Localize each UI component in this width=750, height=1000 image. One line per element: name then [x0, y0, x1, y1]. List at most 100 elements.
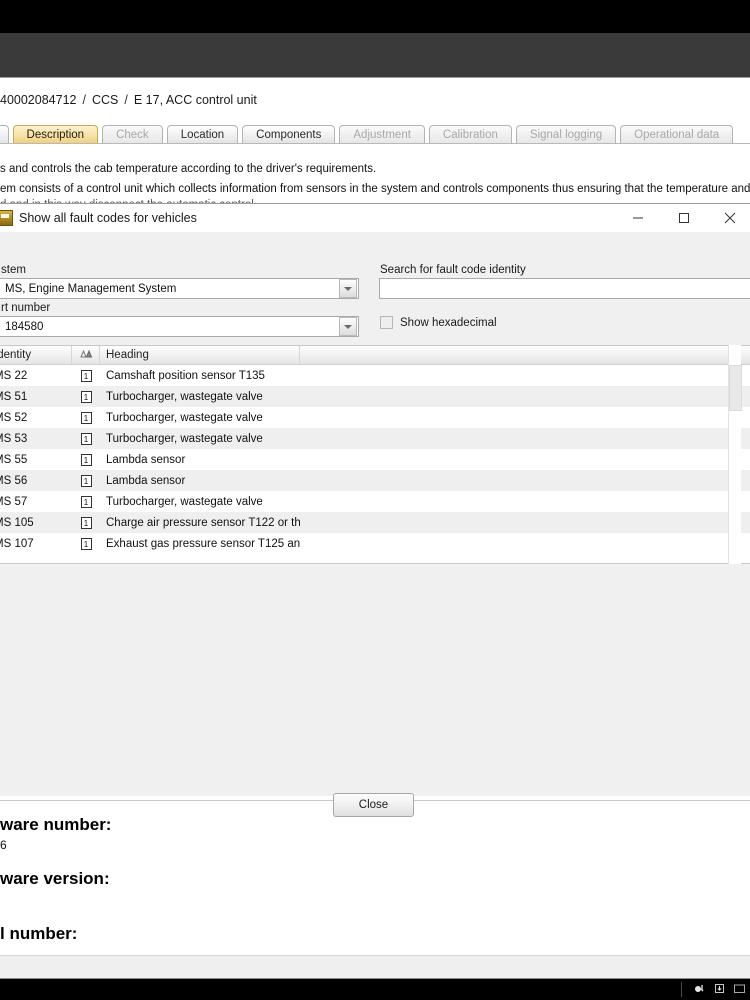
- search-input[interactable]: [379, 278, 750, 299]
- taskbar: [0, 979, 750, 1000]
- status-bar: [0, 955, 750, 979]
- table-row[interactable]: MS 56 1 Lambda sensor: [0, 470, 750, 491]
- description-line-1: s and controls the cab temperature accor…: [0, 163, 377, 175]
- breadcrumb-item-control-unit[interactable]: E 17, ACC control unit: [134, 93, 257, 107]
- tab-check: Check: [102, 125, 163, 144]
- cell-identity: MS 105: [0, 516, 34, 529]
- part-number-value: 184580: [5, 320, 44, 333]
- fault-code-count: 1: [80, 516, 92, 529]
- close-dialog-button[interactable]: Close: [333, 793, 414, 817]
- column-header-extra[interactable]: [300, 346, 750, 365]
- window-icon[interactable]: [733, 982, 746, 998]
- fault-code-icon: 1: [72, 365, 100, 386]
- column-header-identity[interactable]: Identity: [0, 346, 72, 365]
- minimize-button[interactable]: [615, 204, 661, 232]
- fault-code-count: 1: [80, 369, 92, 382]
- tab-codes[interactable]: des: [0, 125, 9, 144]
- fault-code-count: 1: [80, 495, 92, 508]
- fault-code-count: 1: [80, 453, 92, 466]
- sort-indicator-icon: [78, 349, 94, 362]
- tray-divider: [681, 982, 682, 997]
- dialog-title: Show all fault codes for vehicles: [19, 211, 197, 225]
- tab-label: Calibration: [442, 129, 498, 141]
- chevron-down-icon[interactable]: [339, 279, 357, 298]
- cell-identity: MS 56: [0, 474, 28, 487]
- fault-code-icon: 1: [72, 491, 100, 512]
- screen: 40002084712 / CCS / E 17, ACC control unit d…: [0, 0, 750, 1000]
- part-number-combobox[interactable]: 184580: [0, 316, 359, 337]
- cell-identity: MS 53: [0, 432, 28, 445]
- hardware-number-label: ware number:: [0, 815, 112, 834]
- tab-signal-logging: Signal logging: [515, 125, 617, 144]
- dialog-title-bar[interactable]: Show all fault codes for vehicles: [0, 204, 750, 232]
- download-arrow-icon[interactable]: [713, 982, 726, 998]
- hardware-number-value: 6: [0, 838, 7, 852]
- show-hexadecimal-checkbox[interactable]: Show hexadecimal: [380, 316, 497, 329]
- table-vertical-scrollbar[interactable]: [728, 345, 742, 564]
- cell-heading: Turbocharger, wastegate valve: [106, 432, 263, 445]
- tab-label: Adjustment: [353, 129, 411, 141]
- tab-label: Operational data: [634, 129, 720, 141]
- part-number-label: rt number: [1, 302, 51, 314]
- fault-code-count: 1: [80, 537, 92, 550]
- close-icon: [724, 212, 736, 224]
- table-body: MS 22 1 Camshaft position sensor T135 MS…: [0, 365, 750, 554]
- cell-heading: Lambda sensor: [106, 474, 186, 487]
- breadcrumb-separator: /: [124, 93, 128, 107]
- close-button[interactable]: [707, 204, 750, 232]
- table-row[interactable]: MS 105 1 Charge air pressure sensor T122…: [0, 512, 750, 533]
- cell-heading: Camshaft position sensor T135: [106, 369, 265, 382]
- tab-description[interactable]: Description: [12, 125, 99, 144]
- cell-identity: MS 107: [0, 537, 34, 550]
- breadcrumb-item-vehicle[interactable]: 40002084712: [0, 93, 76, 107]
- cell-identity: MS 51: [0, 390, 28, 403]
- table-row[interactable]: MS 51 1 Turbocharger, wastegate valve: [0, 386, 750, 407]
- fault-code-count: 1: [80, 474, 92, 487]
- description-line-2: em consists of a control unit which coll…: [0, 183, 750, 195]
- cell-heading: Charge air pressure sensor T122 or the: [106, 516, 300, 529]
- cell-identity: MS 57: [0, 495, 28, 508]
- tab-location[interactable]: Location: [166, 125, 239, 144]
- table-row[interactable]: MS 57 1 Turbocharger, wastegate valve: [0, 491, 750, 512]
- software-version-label: ware version:: [0, 869, 110, 888]
- fault-code-count: 1: [80, 411, 92, 424]
- table-row[interactable]: MS 55 1 Lambda sensor: [0, 449, 750, 470]
- cell-heading: Lambda sensor: [106, 453, 186, 466]
- fault-code-icon: 1: [72, 386, 100, 407]
- fault-code-icon: 1: [72, 533, 100, 554]
- system-value: MS, Engine Management System: [5, 282, 177, 295]
- table-row[interactable]: MS 52 1 Turbocharger, wastegate valve: [0, 407, 750, 428]
- tab-adjustment: Adjustment: [339, 125, 425, 144]
- maximize-button[interactable]: [661, 204, 707, 232]
- search-label: Search for fault code identity: [380, 264, 526, 276]
- cell-heading: Turbocharger, wastegate valve: [106, 390, 263, 403]
- checkbox-icon[interactable]: [380, 316, 393, 329]
- show-hexadecimal-label: Show hexadecimal: [400, 316, 497, 329]
- system-combobox[interactable]: MS, Engine Management System: [0, 278, 359, 299]
- cell-identity: MS 52: [0, 411, 28, 424]
- dialog-body: stem MS, Engine Management System rt num…: [0, 232, 750, 817]
- tab-components[interactable]: Components: [242, 125, 336, 144]
- table-header-row: Identity Heading: [0, 346, 750, 365]
- application-toolbar-area: [0, 33, 750, 78]
- fault-code-icon: 1: [72, 428, 100, 449]
- serial-number-label: l number:: [0, 924, 78, 943]
- table-row[interactable]: MS 22 1 Camshaft position sensor T135: [0, 365, 750, 386]
- app-icon: [0, 210, 13, 226]
- column-header-heading[interactable]: Heading: [100, 346, 300, 365]
- column-header-sort-indicator[interactable]: [72, 346, 100, 365]
- breadcrumb-item-ccs[interactable]: CCS: [92, 93, 118, 107]
- cell-heading: Exhaust gas pressure sensor T125 and: [106, 537, 300, 550]
- fault-code-icon: 1: [72, 407, 100, 428]
- tab-strip: des Description Check Location Component…: [0, 124, 750, 144]
- fault-code-icon: 1: [72, 512, 100, 533]
- top-black-bar: [0, 0, 750, 33]
- table-row[interactable]: MS 53 1 Turbocharger, wastegate valve: [0, 428, 750, 449]
- scrollbar-thumb[interactable]: [729, 365, 742, 411]
- system-tray: [681, 979, 746, 1000]
- fault-code-count: 1: [80, 390, 92, 403]
- table-row[interactable]: MS 107 1 Exhaust gas pressure sensor T12…: [0, 533, 750, 554]
- chevron-down-icon[interactable]: [339, 317, 357, 336]
- fault-codes-table: Identity Heading MS 22: [0, 345, 750, 564]
- headset-icon[interactable]: [693, 982, 706, 998]
